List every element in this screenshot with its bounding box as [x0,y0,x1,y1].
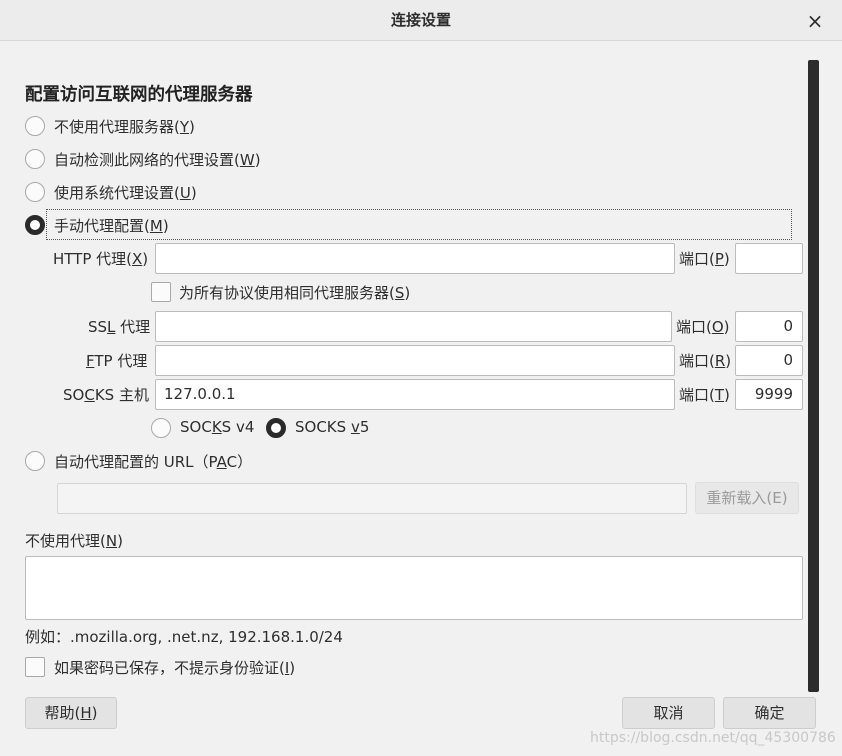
ftp-port-input[interactable]: 0 [735,345,803,376]
ok-button[interactable]: 确定 [723,697,816,729]
radio-auto-detect[interactable] [25,149,45,169]
radio-socks-v5[interactable] [266,418,286,438]
radio-auto-detect-label[interactable]: 自动检测此网络的代理设置(W) [54,149,261,170]
no-auth-prompt-label[interactable]: 如果密码已保存，不提示身份验证(I) [54,657,295,678]
same-proxy-label[interactable]: 为所有协议使用相同代理服务器(S) [179,282,410,303]
pac-url-input[interactable] [57,483,687,514]
socks-port-label: 端口(T) [679,386,730,404]
ftp-proxy-label: FTP 代理 [86,352,148,370]
socks-host-input[interactable]: 127.0.0.1 [155,379,675,410]
socks-host-label: SOCKS 主机 [63,386,149,404]
ssl-port-input[interactable]: 0 [735,311,803,342]
radio-no-proxy[interactable] [25,116,45,136]
watermark-text: https://blog.csdn.net/qq_45300786 [590,730,836,746]
no-proxy-example: 例如：.mozilla.org, .net.nz, 192.168.1.0/24 [25,628,343,646]
dialog-title: 连接设置 [390,11,451,29]
no-auth-prompt-checkbox[interactable] [25,657,45,677]
same-proxy-checkbox[interactable] [151,282,171,302]
ftp-proxy-input[interactable] [155,345,675,376]
ssl-port-label: 端口(O) [676,318,730,336]
radio-system-proxy[interactable] [25,182,45,202]
http-proxy-label: HTTP 代理(X) [53,250,149,268]
http-port-label: 端口(P) [679,250,730,268]
http-proxy-input[interactable] [155,243,675,274]
radio-manual-proxy-label[interactable]: 手动代理配置(M) [54,215,169,236]
cancel-button[interactable]: 取消 [622,697,715,729]
radio-socks-v4[interactable] [151,418,171,438]
no-proxy-label: 不使用代理(N) [25,532,123,550]
radio-pac-label[interactable]: 自动代理配置的 URL（PAC） [54,451,252,472]
reload-button[interactable]: 重新载入(E) [695,482,799,514]
radio-no-proxy-label[interactable]: 不使用代理服务器(Y) [54,116,195,137]
http-port-input[interactable] [735,243,803,274]
no-proxy-textarea[interactable] [25,556,803,620]
help-button[interactable]: 帮助(H) [25,697,117,729]
radio-socks-v4-label[interactable]: SOCKS v4 [180,418,254,436]
section-heading: 配置访问互联网的代理服务器 [25,85,253,105]
radio-manual-proxy[interactable] [25,215,45,235]
scrollbar-thumb[interactable] [808,60,819,692]
close-icon[interactable]: × [800,6,830,36]
ssl-proxy-input[interactable] [155,311,672,342]
radio-socks-v5-label[interactable]: SOCKS v5 [295,418,369,436]
socks-port-input[interactable]: 9999 [735,379,803,410]
ssl-proxy-label: SSL 代理 [88,318,151,336]
radio-pac[interactable] [25,451,45,471]
radio-system-proxy-label[interactable]: 使用系统代理设置(U) [54,182,197,203]
ftp-port-label: 端口(R) [679,352,732,370]
